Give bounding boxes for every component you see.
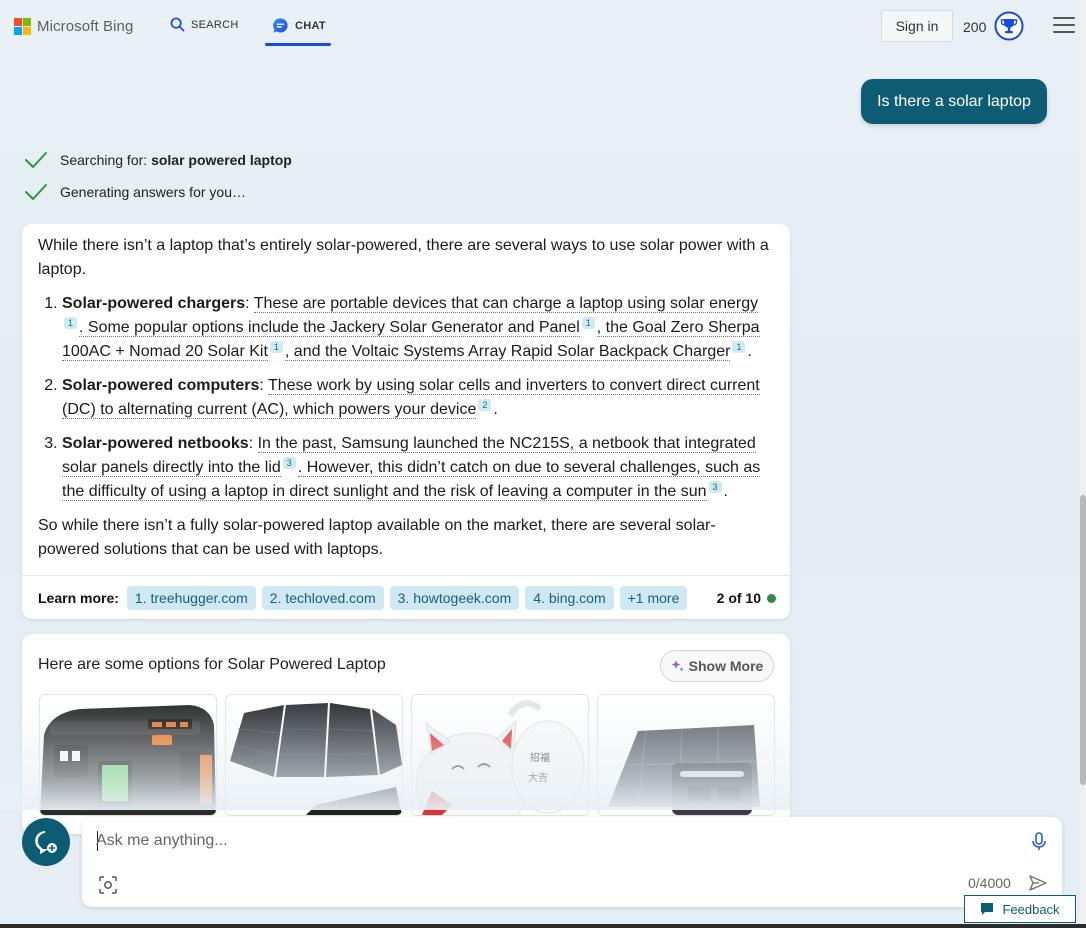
product-card[interactable]	[225, 694, 403, 816]
tab-chat-label: CHAT	[295, 19, 326, 32]
user-message: Is there a solar laptop	[861, 79, 1047, 124]
hamburger-menu-icon[interactable]	[1053, 17, 1075, 35]
search-query: solar powered laptop	[151, 152, 292, 168]
scrollbar-thumb[interactable]	[1080, 495, 1086, 785]
bing-logo[interactable]: Microsoft Bing	[14, 18, 133, 35]
list-item: Solar-powered netbooks: In the past, Sam…	[62, 432, 774, 504]
item-text: . Some popular options include the Jacke…	[79, 319, 580, 337]
chat-composer: 0/4000	[82, 817, 1062, 907]
checkmark-icon	[25, 184, 47, 200]
item-title: Solar-powered netbooks	[62, 435, 249, 452]
microsoft-logo-icon	[14, 18, 31, 35]
show-more-button[interactable]: Show More	[660, 650, 774, 682]
svg-text:招福: 招福	[530, 751, 550, 764]
learn-more-bar: Learn more: 1. treehugger.com 2. techlov…	[22, 575, 790, 619]
source-link[interactable]: 2. techloved.com	[261, 585, 384, 610]
item-text: .	[493, 401, 498, 418]
learn-more-label: Learn more:	[38, 589, 119, 606]
status-generating-label: Generating answers for you…	[60, 184, 246, 200]
citation-badge[interactable]: 1	[732, 340, 746, 353]
sign-in-button[interactable]: Sign in	[881, 10, 953, 42]
turn-counter-label: 2 of 10	[716, 590, 761, 606]
status-searching-prefix: Searching for:	[60, 152, 152, 168]
tab-search[interactable]: SEARCH	[170, 17, 239, 32]
citation-badge[interactable]: 1	[269, 340, 283, 353]
citation-badge[interactable]: 3	[708, 480, 722, 493]
list-item: Solar-powered computers: These work by u…	[62, 374, 774, 422]
tab-chat[interactable]: CHAT	[272, 17, 326, 34]
feedback-label: Feedback	[1002, 901, 1060, 917]
rewards-trophy-icon[interactable]	[994, 11, 1024, 41]
citation-badge[interactable]: 3	[282, 456, 296, 469]
answer-intro: While there isn’t a laptop that’s entire…	[38, 237, 769, 278]
logo-text: Microsoft Bing	[37, 18, 134, 35]
chat-input[interactable]	[96, 829, 996, 853]
character-counter: 0/4000	[968, 875, 1011, 891]
item-text: .	[747, 343, 752, 360]
list-item: Solar-powered chargers: These are portab…	[62, 292, 774, 364]
show-more-label: Show More	[688, 658, 764, 674]
item-text: , and the Voltaic Systems Array Rapid So…	[284, 343, 731, 361]
taskbar-strip	[0, 924, 1086, 928]
item-text: .	[723, 483, 728, 500]
scrollbar[interactable]	[1080, 0, 1086, 928]
new-topic-icon	[35, 831, 57, 855]
feedback-button[interactable]: Feedback	[964, 895, 1076, 923]
product-card[interactable]: 招福 大吉	[411, 694, 589, 816]
visual-search-icon[interactable]	[98, 875, 118, 895]
product-card[interactable]	[39, 694, 217, 816]
answer-card: While there isn’t a laptop that’s entire…	[22, 224, 790, 619]
tab-search-label: SEARCH	[191, 18, 239, 31]
sparkle-icon	[671, 660, 684, 672]
status-dot-icon	[767, 593, 776, 603]
source-link[interactable]: 1. treehugger.com	[126, 585, 256, 610]
checkmark-icon	[25, 152, 47, 168]
chat-bubble-icon	[273, 18, 288, 33]
item-title: Solar-powered chargers	[62, 295, 246, 312]
citation-badge[interactable]: 1	[581, 316, 595, 329]
foldable-solar-panel-image	[226, 695, 402, 815]
source-link[interactable]: 4. bing.com	[525, 585, 614, 610]
portable-power-station-image	[40, 695, 216, 815]
svg-text:大吉: 大吉	[528, 771, 548, 784]
item-text: These are portable devices that can char…	[253, 295, 759, 313]
search-icon	[170, 17, 185, 32]
more-sources-button[interactable]: +1 more	[619, 585, 688, 610]
answer-list: Solar-powered chargers: These are portab…	[38, 292, 774, 504]
microphone-icon[interactable]	[1030, 831, 1048, 853]
answer-conclusion: So while there isn’t a fully solar-power…	[38, 517, 716, 558]
top-bar: Microsoft Bing SEARCH CHAT Sign in 200	[0, 0, 1086, 56]
feedback-icon	[981, 903, 994, 915]
turn-counter: 2 of 10	[717, 590, 776, 606]
active-tab-indicator	[265, 43, 331, 46]
item-title: Solar-powered computers	[62, 377, 260, 394]
citation-badge[interactable]: 1	[64, 316, 78, 329]
new-topic-button[interactable]	[22, 818, 70, 866]
source-link[interactable]: 3. howtogeek.com	[389, 585, 520, 610]
status-searching: Searching for: solar powered laptop	[24, 150, 292, 170]
solar-generator-with-panel-image	[598, 695, 774, 815]
rewards-points[interactable]: 200	[963, 19, 986, 35]
options-title: Here are some options for Solar Powered …	[38, 656, 386, 673]
product-card[interactable]	[597, 694, 775, 816]
lucky-cat-figure-image: 招福 大吉	[412, 695, 588, 815]
citation-badge[interactable]: 2	[478, 398, 492, 411]
status-generating: Generating answers for you…	[24, 182, 246, 202]
product-options-card: Here are some options for Solar Powered …	[22, 634, 790, 834]
send-icon[interactable]	[1028, 873, 1048, 893]
